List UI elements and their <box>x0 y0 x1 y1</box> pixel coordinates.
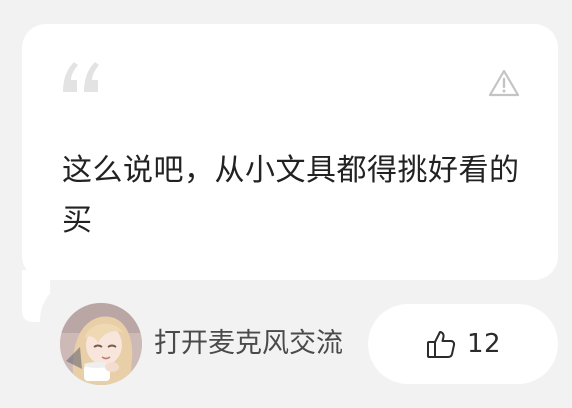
quote-mark-icon <box>63 62 99 92</box>
avatar-illustration <box>60 303 142 385</box>
like-button[interactable]: 12 <box>368 304 558 384</box>
like-count: 12 <box>466 329 502 359</box>
quote-text: 这么说吧，从小文具都得挑好看的买 <box>62 153 520 238</box>
avatar[interactable] <box>60 303 142 385</box>
author-name[interactable]: 打开麦克风交流 <box>154 324 343 364</box>
warning-triangle-icon[interactable] <box>488 68 520 98</box>
quote-card-screen: 这么说吧，从小文具都得挑好看的买 打开麦克风交流 12 <box>0 0 572 408</box>
thumbs-up-icon <box>426 331 456 358</box>
